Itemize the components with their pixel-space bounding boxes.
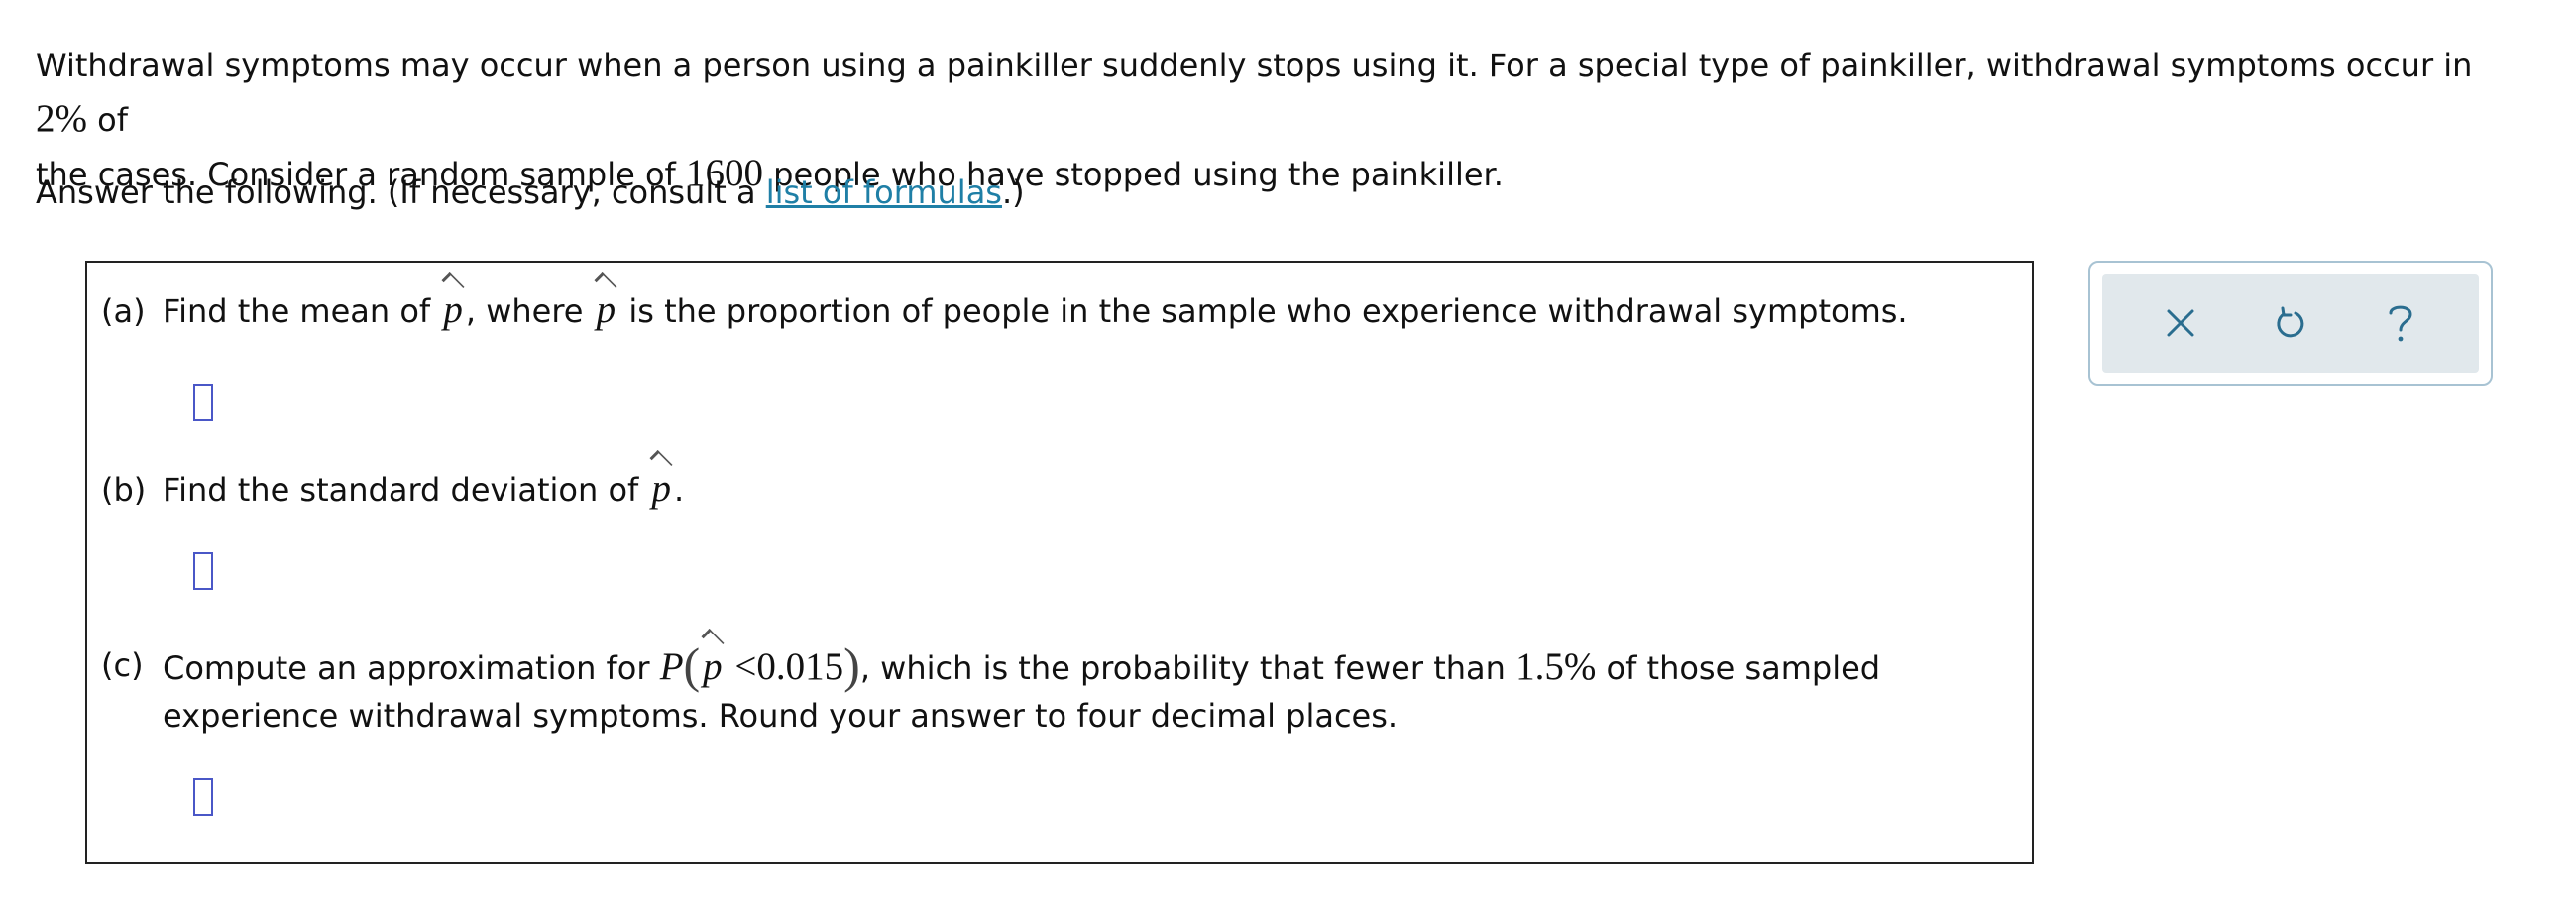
intro-text-2: of	[87, 101, 129, 139]
answer-toolbar	[2088, 261, 2493, 386]
p-hat-symbol: p	[594, 287, 619, 334]
part-b-text-1: Find the standard deviation of	[163, 471, 649, 509]
intro-percent: 2%	[36, 97, 87, 140]
part-c-text-4: experience withdrawal symptoms. Round yo…	[163, 697, 1399, 735]
close-icon	[2167, 309, 2194, 337]
part-a-question: (a) Find the mean of p, where p is the pr…	[101, 287, 1908, 335]
question-box: (a) Find the mean of p, where p is the pr…	[85, 261, 2034, 864]
part-a-text-1: Find the mean of	[163, 292, 441, 330]
part-b-answer-input[interactable]	[193, 552, 213, 590]
part-c-text-2: , which is the probability that fewer th…	[859, 649, 1516, 687]
toolbar-panel	[2102, 274, 2479, 373]
instructions-text-end: .)	[1001, 173, 1025, 211]
help-button[interactable]	[2369, 291, 2432, 355]
part-c-text-3: of those sampled	[1596, 649, 1881, 687]
part-c-question: (c) Compute an approximation for P(p <0.0…	[101, 640, 1984, 740]
instructions-text: Answer the following. (If necessary, con…	[36, 173, 766, 211]
p-hat-symbol: p	[700, 643, 726, 691]
part-b-text-2: .	[673, 471, 685, 509]
part-c-text-1: Compute an approximation for	[163, 649, 660, 687]
probability-p: P	[659, 645, 684, 688]
open-paren: (	[683, 637, 701, 693]
list-of-formulas-link[interactable]: list of formulas	[766, 173, 1002, 211]
part-c-answer-input[interactable]	[193, 778, 213, 816]
instructions: Answer the following. (If necessary, con…	[36, 167, 1025, 219]
p-hat-symbol: p	[648, 465, 674, 513]
p-hat-symbol: p	[440, 287, 466, 334]
part-a-label: (a)	[101, 292, 146, 330]
part-c-label: (c)	[101, 646, 144, 684]
help-icon	[2389, 305, 2412, 342]
undo-button[interactable]	[2259, 291, 2322, 355]
clear-button[interactable]	[2149, 291, 2212, 355]
inequality: <0.015	[725, 645, 844, 688]
close-paren: )	[843, 637, 860, 693]
part-a-text-3: is the proportion of people in the sampl…	[618, 292, 1908, 330]
part-c-percent: 1.5%	[1515, 645, 1597, 688]
part-b-label: (b)	[101, 471, 147, 509]
undo-icon	[2277, 306, 2304, 338]
part-c-body: Compute an approximation for P(p <0.015)…	[163, 640, 1947, 740]
part-a-answer-input[interactable]	[193, 384, 213, 421]
part-a-text-2: , where	[465, 292, 594, 330]
intro-text-1: Withdrawal symptoms may occur when a per…	[36, 47, 2473, 84]
part-b-question: (b) Find the standard deviation of p.	[101, 465, 684, 514]
